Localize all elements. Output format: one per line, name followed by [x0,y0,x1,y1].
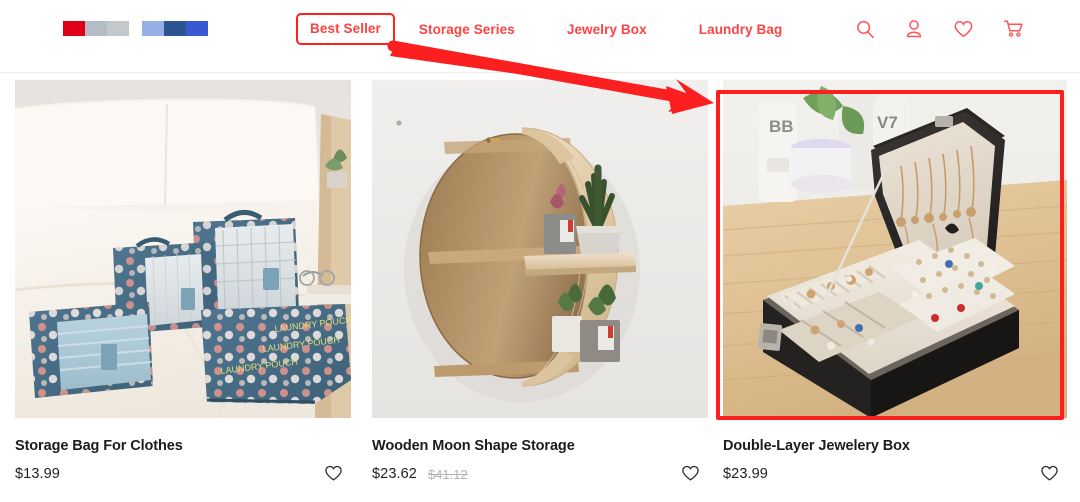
logo-swatch-red [63,21,85,36]
wishlist-heart-icon[interactable] [953,19,974,39]
storage-bags-on-couch-photo[interactable]: LAUNDRY POUCH LAUNDRY POUCH LAUNDRY POUC… [15,80,351,418]
nav-label-laundry-bag: Laundry Bag [698,21,783,37]
double-layer-jewelry-box-photo[interactable]: BB V7 [723,80,1067,418]
product-title: Storage Bag For Clothes [15,438,183,454]
product-price-row: $23.62 $41.12 [372,465,708,483]
wooden-moon-shelf-photo[interactable] [372,80,708,418]
logo-swatch-group-right [142,21,208,36]
nav-item-best-seller[interactable]: Best Seller [296,13,395,45]
search-icon[interactable] [855,19,875,39]
logo-swatch-light-blue [142,21,164,36]
logo-swatch-gray [85,21,107,36]
product-old-price: $41.12 [427,466,468,482]
product-price: $23.99 [723,466,768,482]
brand-logo[interactable] [63,21,208,36]
logo-swatch-light-gray [107,21,129,36]
nav-label-jewelry-box: Jewelry Box [566,21,647,37]
product-title: Double-Layer Jewelery Box [723,438,910,454]
product-card[interactable]: BB V7 Double-Layer Jewelery Box $23.99 [723,80,1067,483]
svg-text:V7: V7 [877,113,898,132]
nav-label-storage-series: Storage Series [418,21,515,37]
site-header: Best Seller Storage Series Jewelry Box L… [0,0,1080,57]
logo-swatch-group-left [63,21,129,36]
nav-item-storage-series[interactable]: Storage Series [419,14,515,45]
logo-swatch-navy [164,21,186,36]
logo-swatch-blue [186,21,208,36]
account-icon[interactable] [904,19,924,39]
heart-outline-icon[interactable] [324,464,343,482]
product-price: $13.99 [15,466,60,482]
shopping-cart-icon[interactable] [1003,19,1024,39]
product-price-row: $13.99 [15,465,351,483]
product-price-row: $23.99 [723,465,1059,483]
svg-text:BB: BB [769,117,794,136]
nav-item-jewelry-box[interactable]: Jewelry Box [567,14,647,45]
main-navigation: Best Seller Storage Series Jewelry Box L… [296,13,782,45]
product-title: Wooden Moon Shape Storage [372,438,575,454]
nav-item-laundry-bag[interactable]: Laundry Bag [699,14,783,45]
heart-outline-icon[interactable] [681,464,700,482]
nav-label-best-seller: Best Seller [310,21,381,36]
product-card[interactable]: LAUNDRY POUCH LAUNDRY POUCH LAUNDRY POUC… [15,80,351,483]
header-icon-bar [855,19,1024,39]
product-card[interactable]: Wooden Moon Shape Storage $23.62 $41.12 [372,80,708,483]
product-price: $23.62 [372,466,417,482]
heart-outline-icon[interactable] [1040,464,1059,482]
